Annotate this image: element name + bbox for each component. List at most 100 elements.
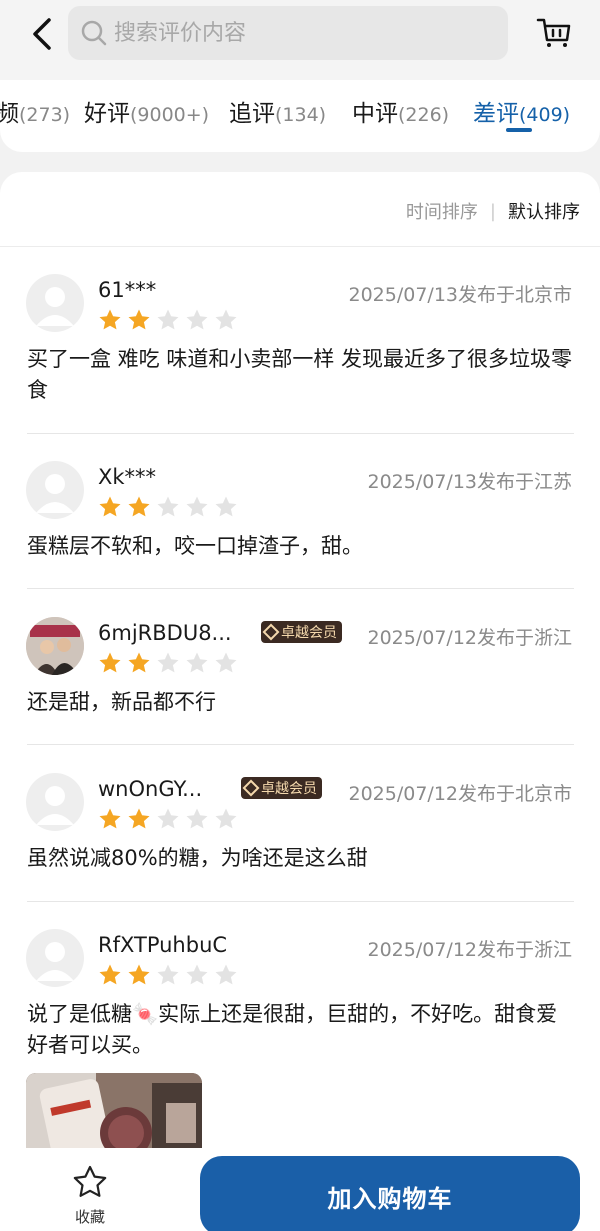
star-empty-icon — [186, 808, 208, 829]
star-rating — [98, 308, 243, 332]
review-separator — [27, 433, 574, 434]
star-filled-icon — [99, 964, 121, 985]
default-avatar-icon — [36, 474, 74, 513]
diamond-icon — [262, 623, 280, 641]
review-text: 虽然说减80%的糖，为啥还是这么甜 — [27, 846, 368, 870]
tab-label: 频 — [0, 101, 19, 127]
tab-label: 好评 — [84, 101, 130, 127]
avatar[interactable] — [26, 461, 84, 519]
cart-button[interactable] — [536, 14, 576, 54]
tab-count: (134) — [275, 104, 327, 126]
star-outline-icon — [73, 1165, 107, 1197]
member-badge-label: 卓越会员 — [281, 625, 337, 641]
review-separator — [27, 901, 574, 902]
sort-by-time[interactable]: 时间排序 — [406, 198, 478, 224]
tab-good[interactable]: 好评(9000+) — [84, 94, 209, 128]
tab-partial[interactable]: 频(273) — [0, 94, 70, 128]
star-empty-icon — [215, 964, 237, 985]
tab-label: 差评 — [473, 101, 519, 127]
tab-negative[interactable]: 差评(409) — [473, 94, 570, 128]
review-date: 2025/07/12发布于浙江 — [367, 939, 572, 961]
star-rating — [98, 495, 243, 519]
star-empty-icon — [215, 309, 237, 330]
member-badge: 卓越会员 — [241, 777, 322, 799]
top-bar — [0, 0, 600, 80]
username: wnOnGY... — [98, 777, 203, 801]
rating-tabs: 频(273) 好评(9000+) 追评(134) 中评(226) 差评(409) — [0, 80, 600, 152]
cart-icon — [536, 18, 571, 47]
review-date: 2025/07/13发布于江苏 — [367, 471, 572, 493]
star-empty-icon — [157, 309, 179, 330]
search-bar[interactable] — [68, 6, 508, 60]
tab-label: 中评 — [352, 101, 398, 127]
sort-bar: 时间排序 | 默认排序 — [406, 198, 580, 224]
review-text: 说了是低糖🍬实际上还是很甜，巨甜的，不好吃。甜食爱好者可以买。 — [27, 1002, 558, 1057]
favorite-button[interactable]: 收藏 — [60, 1156, 120, 1228]
star-rating — [98, 963, 243, 987]
bottom-action-bar: 收藏 加入购物车 — [0, 1148, 600, 1231]
star-empty-icon — [215, 808, 237, 829]
add-to-cart-button[interactable]: 加入购物车 — [200, 1156, 580, 1231]
reviews-list: 时间排序 | 默认排序 61*** 2025/07/13发布于北京市 买了一盒 … — [0, 172, 600, 1231]
avatar[interactable] — [26, 929, 84, 987]
avatar[interactable] — [26, 617, 84, 675]
sort-separator: | — [489, 200, 496, 222]
back-button[interactable] — [22, 12, 62, 56]
default-avatar-icon — [36, 287, 74, 326]
diamond-icon — [242, 779, 260, 797]
tab-count: (409) — [519, 104, 571, 126]
tab-label: 追评 — [229, 101, 275, 127]
divider — [0, 246, 600, 247]
tab-neutral[interactable]: 中评(226) — [352, 94, 449, 128]
star-empty-icon — [215, 496, 237, 517]
review-separator — [27, 744, 574, 745]
star-empty-icon — [186, 496, 208, 517]
star-filled-icon — [128, 652, 150, 673]
username: RfXTPuhbuC — [98, 933, 228, 957]
default-avatar-icon — [36, 786, 74, 825]
star-rating — [98, 807, 243, 831]
review-date: 2025/07/13发布于北京市 — [348, 284, 572, 306]
review-text: 买了一盒 难吃 味道和小卖部一样 发现最近多了很多垃圾零食 — [27, 347, 573, 402]
star-filled-icon — [128, 964, 150, 985]
tab-count: (9000+) — [130, 104, 210, 126]
star-empty-icon — [157, 964, 179, 985]
member-badge-label: 卓越会员 — [261, 781, 317, 797]
review-date: 2025/07/12发布于浙江 — [367, 627, 572, 649]
search-icon — [81, 20, 107, 46]
review-separator — [27, 588, 574, 589]
review-text: 还是甜，新品都不行 — [27, 690, 216, 714]
search-input[interactable] — [114, 20, 474, 46]
star-filled-icon — [128, 496, 150, 517]
star-empty-icon — [186, 964, 208, 985]
avatar[interactable] — [26, 274, 84, 332]
username: Xk*** — [98, 465, 157, 489]
active-tab-indicator — [506, 128, 532, 132]
star-filled-icon — [128, 808, 150, 829]
tab-count: (226) — [398, 104, 450, 126]
star-filled-icon — [99, 496, 121, 517]
review-text: 蛋糕层不软和，咬一口掉渣子，甜。 — [27, 534, 363, 558]
chevron-left-icon — [33, 18, 51, 50]
member-badge: 卓越会员 — [261, 621, 342, 643]
review-date: 2025/07/12发布于北京市 — [348, 783, 572, 805]
avatar[interactable] — [26, 773, 84, 831]
username: 61*** — [98, 278, 157, 302]
star-empty-icon — [157, 496, 179, 517]
star-filled-icon — [128, 309, 150, 330]
star-filled-icon — [99, 808, 121, 829]
star-filled-icon — [99, 309, 121, 330]
username: 6mjRBDU8... — [98, 621, 232, 645]
star-empty-icon — [157, 808, 179, 829]
sort-default[interactable]: 默认排序 — [508, 198, 580, 224]
star-empty-icon — [186, 652, 208, 673]
tab-followup[interactable]: 追评(134) — [229, 94, 326, 128]
star-empty-icon — [186, 309, 208, 330]
favorite-label: 收藏 — [74, 1208, 105, 1226]
star-filled-icon — [99, 652, 121, 673]
user-photo-avatar — [26, 617, 84, 675]
default-avatar-icon — [36, 942, 74, 981]
star-empty-icon — [215, 652, 237, 673]
star-empty-icon — [157, 652, 179, 673]
star-rating — [98, 651, 243, 675]
